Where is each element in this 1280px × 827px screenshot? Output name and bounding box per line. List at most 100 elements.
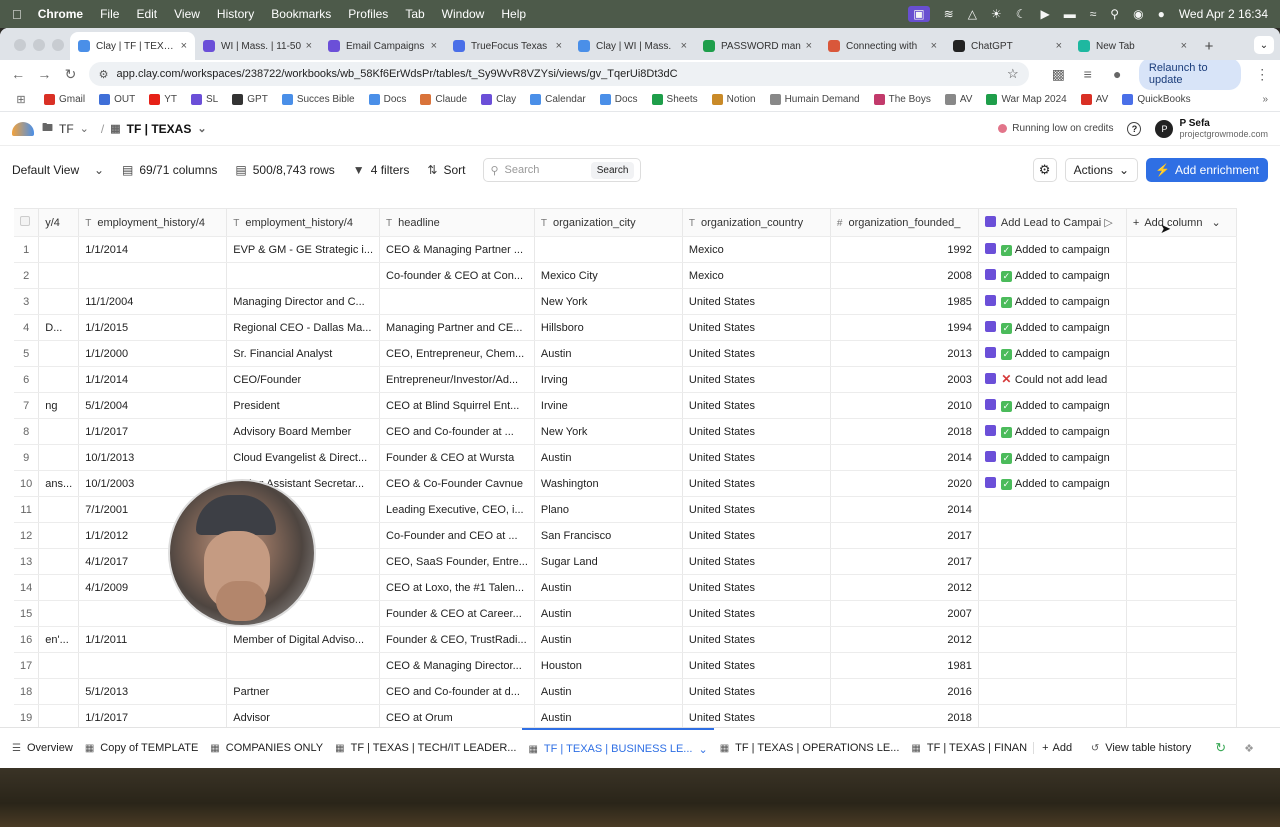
reload-icon[interactable]: ↻: [62, 66, 78, 83]
cell[interactable]: Mexico City: [534, 262, 683, 289]
bookmark-item[interactable]: QuickBooks: [1122, 94, 1191, 105]
cell[interactable]: 2017: [830, 548, 979, 575]
cell[interactable]: United States: [682, 340, 831, 367]
row-number[interactable]: 2: [14, 262, 40, 289]
cell[interactable]: 2012: [830, 574, 979, 601]
campaign-status-cell[interactable]: ✓ Added to campaign: [978, 470, 1127, 497]
campaign-status-cell[interactable]: [978, 522, 1127, 549]
screen-record-icon[interactable]: ▣: [908, 6, 930, 22]
search-button[interactable]: Search: [590, 161, 635, 179]
close-icon[interactable]: ×: [806, 40, 812, 52]
cell[interactable]: [1126, 444, 1237, 471]
cell[interactable]: United States: [682, 418, 831, 445]
table-row[interactable]: 3 11/1/2004 Managing Director and C... New …: [14, 288, 1237, 315]
cell[interactable]: [1126, 418, 1237, 445]
cell[interactable]: 1/1/2017: [78, 704, 228, 727]
actions-button[interactable]: Actions ⌄: [1064, 158, 1138, 182]
cell[interactable]: 11/1/2004: [78, 288, 228, 315]
column-header[interactable]: Temployment_history/4: [226, 208, 381, 237]
cell[interactable]: United States: [682, 314, 831, 341]
site-info-icon[interactable]: ⚙: [99, 68, 109, 81]
cell[interactable]: United States: [682, 600, 831, 627]
cell[interactable]: Advisory Board Member: [226, 418, 381, 445]
campaign-status-cell[interactable]: ✓ Added to campaign: [978, 236, 1127, 263]
cell[interactable]: [1126, 470, 1237, 497]
menu-window[interactable]: Window: [442, 7, 485, 21]
bookmark-item[interactable]: War Map 2024: [986, 94, 1067, 105]
cell[interactable]: Managing Director and C...: [226, 288, 381, 315]
chevron-down-icon[interactable]: ⌄: [698, 743, 707, 756]
row-number[interactable]: 4: [14, 314, 40, 341]
row-number[interactable]: 7: [14, 392, 40, 419]
browser-tab[interactable]: Email Campaigns ×: [320, 32, 445, 60]
cell[interactable]: 1992: [830, 236, 979, 263]
cell[interactable]: Hillsboro: [534, 314, 683, 341]
browser-tab[interactable]: Clay | TF | TEXAS ×: [70, 32, 195, 60]
cell[interactable]: United States: [682, 626, 831, 653]
bookmark-item[interactable]: Sheets: [651, 94, 698, 105]
sheet-tab[interactable]: ▦ TF | TEXAS | BUSINESS LE... ⌄: [522, 728, 714, 768]
cell[interactable]: 2012: [830, 626, 979, 653]
pin-icon[interactable]: ❖: [1244, 742, 1254, 755]
cell[interactable]: Sr. Financial Analyst: [226, 340, 381, 367]
bookmark-item[interactable]: Notion: [711, 94, 756, 105]
cell[interactable]: CEO & Managing Director...: [379, 652, 535, 679]
cell[interactable]: [1126, 652, 1237, 679]
cell[interactable]: [1126, 600, 1237, 627]
help-icon[interactable]: ?: [1127, 121, 1142, 136]
checkbox-icon[interactable]: [20, 216, 30, 226]
cell[interactable]: [534, 236, 683, 263]
sheet-tab[interactable]: ▦ COMPANIES ONLY: [204, 728, 329, 768]
campaign-status-cell[interactable]: ✓ Added to campaign: [978, 418, 1127, 445]
table-row[interactable]: 5 1/1/2000 Sr. Financial Analyst CEO, Entre…: [14, 340, 1237, 367]
cell[interactable]: [38, 600, 80, 627]
cell[interactable]: Austin: [534, 444, 683, 471]
menu-profiles[interactable]: Profiles: [348, 7, 388, 21]
cell[interactable]: United States: [682, 678, 831, 705]
browser-tab[interactable]: TrueFocus Texas ×: [445, 32, 570, 60]
column-header[interactable]: Torganization_country: [682, 208, 831, 237]
close-icon[interactable]: ×: [1181, 40, 1187, 52]
bookmark-item[interactable]: The Boys: [873, 94, 931, 105]
cell[interactable]: Sugar Land: [534, 548, 683, 575]
cell[interactable]: New York: [534, 288, 683, 315]
cell[interactable]: 2007: [830, 600, 979, 627]
bookmark-item[interactable]: Gmail: [44, 94, 85, 105]
cell[interactable]: Mexico: [682, 262, 831, 289]
cell[interactable]: [1126, 574, 1237, 601]
cell[interactable]: 2008: [830, 262, 979, 289]
cell[interactable]: San Francisco: [534, 522, 683, 549]
cell[interactable]: 2014: [830, 496, 979, 523]
browser-tab[interactable]: ChatGPT ×: [945, 32, 1070, 60]
menu-tab[interactable]: Tab: [405, 7, 424, 21]
column-header[interactable]: Add Lead to Campai ▷: [978, 208, 1127, 237]
bookmark-item[interactable]: SL: [191, 94, 218, 105]
zoom-window-button[interactable]: [52, 39, 64, 51]
more-bookmarks-icon[interactable]: »: [1262, 94, 1268, 105]
close-icon[interactable]: ×: [181, 40, 187, 52]
cell[interactable]: [78, 652, 228, 679]
cell[interactable]: en'...: [38, 626, 80, 653]
add-enrichment-button[interactable]: ⚡ Add enrichment: [1146, 158, 1268, 182]
cell[interactable]: [1126, 366, 1237, 393]
cell[interactable]: Managing Partner and CE...: [379, 314, 535, 341]
cell[interactable]: [1126, 704, 1237, 727]
minimize-window-button[interactable]: [33, 39, 45, 51]
campaign-status-cell[interactable]: ✓ Added to campaign: [978, 262, 1127, 289]
menu-edit[interactable]: Edit: [136, 7, 157, 21]
clay-logo-icon[interactable]: [12, 121, 34, 136]
cell[interactable]: New York: [534, 418, 683, 445]
cell[interactable]: CEO at Orum: [379, 704, 535, 727]
cell[interactable]: D...: [38, 314, 80, 341]
webcam-overlay[interactable]: [168, 479, 316, 627]
close-window-button[interactable]: [14, 39, 26, 51]
cell[interactable]: [1126, 522, 1237, 549]
address-bar[interactable]: ⚙ app.clay.com/workspaces/238722/workboo…: [88, 62, 1029, 86]
table-row[interactable]: 7 ng 5/1/2004 President CEO at Blind Squirre…: [14, 392, 1237, 419]
new-tab-button[interactable]: +: [1195, 32, 1223, 60]
menu-app[interactable]: Chrome: [38, 7, 83, 21]
cell[interactable]: United States: [682, 548, 831, 575]
campaign-status-cell[interactable]: ✓ Added to campaign: [978, 444, 1127, 471]
cell[interactable]: 1/1/2014: [78, 236, 228, 263]
bookmark-item[interactable]: YT: [149, 94, 177, 105]
